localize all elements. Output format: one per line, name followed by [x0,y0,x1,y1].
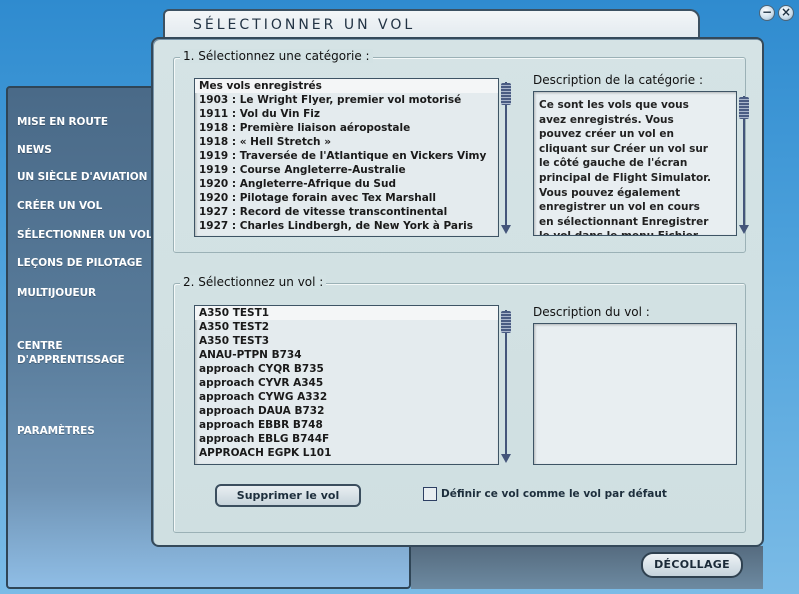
nav-item-multijoueur[interactable]: MULTIJOUEUR [17,287,96,300]
category-list-item[interactable]: 1919 : Course Angleterre-Australie [195,163,498,177]
nav-item-centre[interactable]: CENTRE [17,340,63,353]
flight-list-item[interactable]: approach CYQR B735 [195,362,498,376]
category-section: 1. Sélectionnez une catégorie : Mes vols… [173,49,749,253]
minimize-button[interactable]: − [759,5,775,21]
close-button[interactable]: × [778,5,794,21]
default-flight-checkbox[interactable] [423,487,437,501]
description-scrollbar[interactable] [739,94,749,234]
nav-item-apprentissage[interactable]: D'APPRENTISSAGE [17,354,125,367]
takeoff-button[interactable]: DÉCOLLAGE [641,552,743,578]
flight-list-scrollbar[interactable] [501,308,511,463]
scroll-thumb[interactable] [501,83,511,105]
flight-list-item[interactable]: approach CYVR A345 [195,376,498,390]
flight-list-item[interactable]: A350 TEST1 [195,306,498,320]
flight-list-item[interactable]: approach EBLG B744F [195,432,498,446]
flight-list-item[interactable]: APPROACH EGPK L101 [195,446,498,460]
category-description-label: Description de la catégorie : [533,73,703,87]
nav-item-parametres[interactable]: PARAMÈTRES [17,425,95,438]
flight-list-item[interactable]: A350 TEST3 [195,334,498,348]
main-panel: 1. Sélectionnez une catégorie : Mes vols… [151,37,764,547]
scroll-down-icon[interactable] [501,454,511,463]
flight-section-label: 2. Sélectionnez un vol : [180,275,327,289]
scroll-thumb[interactable] [739,97,749,119]
category-description-box: Ce sont les vols que vous avez enregistr… [533,91,737,236]
flight-list[interactable]: A350 TEST1 A350 TEST2 A350 TEST3 ANAU-PTPN … [194,305,499,465]
flight-list-item[interactable]: A350 TEST2 [195,320,498,334]
category-list-item[interactable]: 1911 : Vol du Vin Fiz [195,107,498,121]
delete-flight-button[interactable]: Supprimer le vol [215,484,361,507]
nav-item-selectionner-vol[interactable]: SÉLECTIONNER UN VOL [17,229,153,242]
nav-item-siecle-aviation[interactable]: UN SIÈCLE D'AVIATION [17,171,147,184]
flight-description-text [534,324,736,330]
category-list[interactable]: Mes vols enregistrés 1903 : Le Wright Fly… [194,78,499,237]
category-list-item[interactable]: 1920 : Pilotage forain avec Tex Marshall [195,191,498,205]
category-list-item[interactable]: 1918 : Première liaison aéropostale [195,121,498,135]
default-flight-checkbox-row[interactable]: Définir ce vol comme le vol par défaut [423,487,667,501]
flight-list-item[interactable]: ANAU-PTPN B734 [195,348,498,362]
scroll-down-icon[interactable] [739,225,749,234]
flight-list-item[interactable]: approach DAUA B732 [195,404,498,418]
category-description-text: Ce sont les vols que vous avez enregistr… [539,99,711,235]
nav-item-creer-vol[interactable]: CRÉER UN VOL [17,200,102,213]
nav-item-news[interactable]: NEWS [17,144,52,157]
nav-item-mise-en-route[interactable]: MISE EN ROUTE [17,116,108,129]
default-flight-label[interactable]: Définir ce vol comme le vol par défaut [441,488,667,500]
category-list-scrollbar[interactable] [501,80,511,234]
category-list-item[interactable]: Mes vols enregistrés [195,79,498,93]
category-list-item[interactable]: 1927 : Charles Lindbergh, de New York à … [195,219,498,233]
flight-list-item[interactable]: approach CYWG A332 [195,390,498,404]
category-list-item[interactable]: 1903 : Le Wright Flyer, premier vol moto… [195,93,498,107]
category-list-item[interactable]: 1919 : Traversée de l'Atlantique en Vick… [195,149,498,163]
flight-list-item[interactable]: approach EBBR B748 [195,418,498,432]
scroll-thumb[interactable] [501,311,511,333]
flight-description-label: Description du vol : [533,305,650,319]
category-section-label: 1. Sélectionnez une catégorie : [180,49,373,63]
category-list-item[interactable]: 1920 : Angleterre-Afrique du Sud [195,177,498,191]
category-list-item[interactable]: 1927 : Record de vitesse transcontinenta… [195,205,498,219]
scroll-down-icon[interactable] [501,225,511,234]
category-list-item[interactable]: 1918 : « Hell Stretch » [195,135,498,149]
page-title: SÉLECTIONNER UN VOL [193,17,416,33]
flight-description-box [533,323,737,465]
nav-item-lecons-pilotage[interactable]: LEÇONS DE PILOTAGE [17,257,142,270]
